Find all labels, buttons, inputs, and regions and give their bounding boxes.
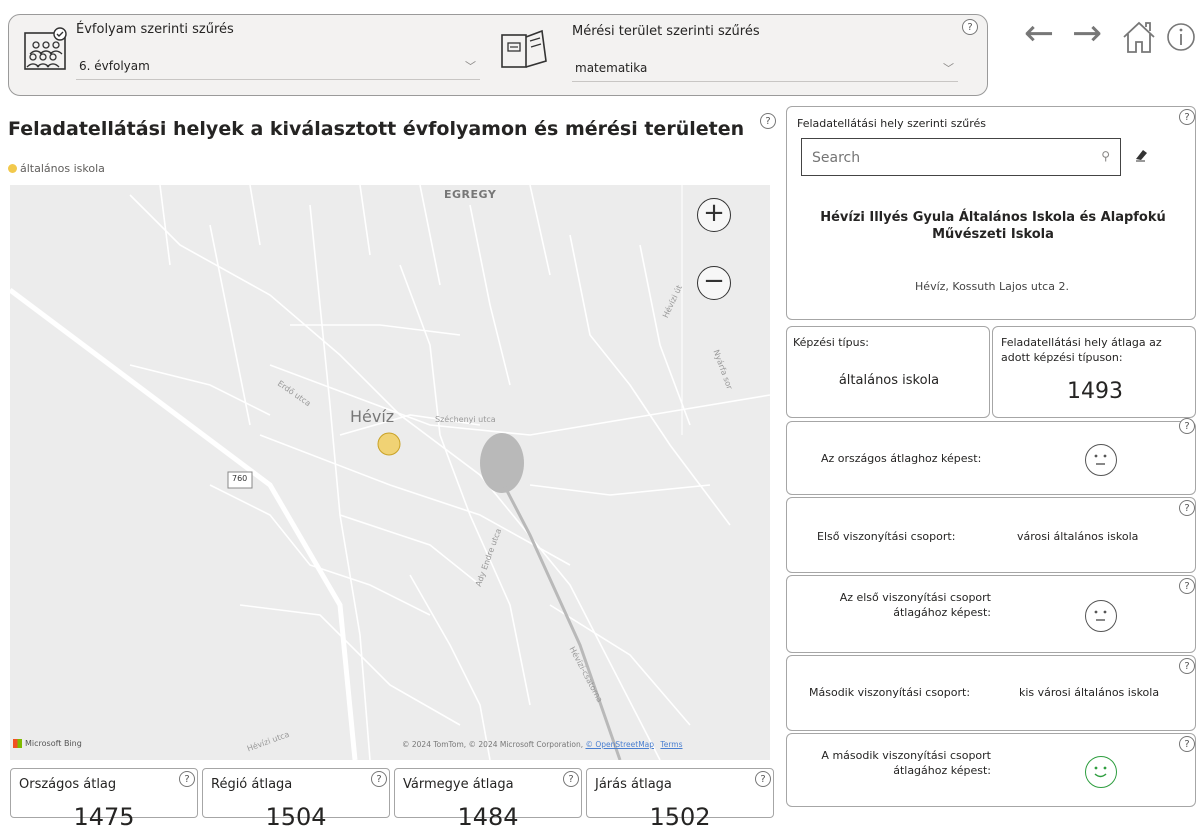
second-group-compare-label: A második viszonyítási csoport átlagához… (821, 749, 991, 777)
stat-card-county: Vármegye átlaga ? 1484 (394, 768, 582, 831)
eraser-icon[interactable] (1133, 147, 1149, 163)
help-icon[interactable]: ? (179, 771, 195, 787)
copyright-text: © 2024 TomTom, © 2024 Microsoft Corporat… (402, 740, 584, 749)
second-group-label: Második viszonyítási csoport: (809, 686, 971, 699)
grade-select-value: 6. évfolyam (79, 58, 150, 73)
help-icon[interactable]: ? (1179, 500, 1195, 516)
map-canvas[interactable]: EGREGY Hévíz Széchenyi utca Erdő utca Ad… (10, 185, 770, 760)
stat-label: Országos átlag (19, 777, 117, 792)
stat-label: Járás átlaga (595, 777, 672, 792)
map-label-egregy: EGREGY (444, 188, 497, 201)
stat-card-region: Régió átlaga ? 1504 (202, 768, 390, 831)
training-type-value: általános iskola (838, 373, 940, 388)
stat-card-national: Országos átlag ? 1475 (10, 768, 198, 831)
help-icon[interactable]: ? (563, 771, 579, 787)
search-input[interactable] (810, 146, 1074, 170)
help-icon[interactable]: ? (371, 771, 387, 787)
forward-arrow-icon[interactable]: → (1072, 14, 1102, 54)
map-title: Feladatellátási helyek a kiválasztott év… (8, 118, 745, 140)
chevron-down-icon: ﹀ (465, 59, 476, 73)
site-average-value: 1493 (1067, 379, 1123, 404)
first-group-card: Első viszonyítási csoport: ? városi álta… (786, 497, 1196, 573)
students-group-icon (24, 27, 68, 71)
first-group-compare-label: Az első viszonyítási csoport átlagához k… (839, 591, 991, 619)
site-average-card: Feladatellátási hely átlaga az adott kép… (992, 326, 1196, 418)
stat-value: 1475 (73, 803, 135, 831)
site-filter-panel: Feladatellátási hely szerinti szűrés ? ⚲… (786, 106, 1196, 320)
first-group-compare-card: Az első viszonyítási csoport átlagához k… (786, 575, 1196, 653)
map-label-heviz: Hévíz (350, 407, 395, 426)
stat-value: 1504 (265, 803, 327, 831)
neutral-face-icon (1085, 600, 1117, 632)
help-icon[interactable]: ? (755, 771, 771, 787)
info-icon[interactable] (1166, 22, 1196, 52)
stat-value: 1484 (457, 803, 519, 831)
map-label-street: Széchenyi utca (435, 415, 496, 424)
second-group-compare-card: A második viszonyítási csoport átlagához… (786, 733, 1196, 807)
help-icon[interactable]: ? (1179, 736, 1195, 752)
stat-label: Régió átlaga (211, 777, 293, 792)
site-average-label: Feladatellátási hely átlaga az adott kép… (1001, 336, 1162, 364)
national-compare-label: Az országos átlaghoz képest: (821, 452, 982, 465)
help-icon[interactable]: ? (1179, 418, 1195, 434)
school-marker[interactable] (377, 432, 401, 456)
search-box[interactable]: ⚲ (801, 138, 1121, 176)
map-legend: általános iskola (8, 162, 105, 175)
grade-filter-label: Évfolyam szerinti szűrés (76, 22, 234, 37)
help-icon[interactable]: ? (1179, 578, 1195, 594)
road-number-label: 760 (232, 474, 248, 483)
grade-select[interactable]: 6. évfolyam ﹀ (76, 52, 480, 80)
help-icon[interactable]: ? (760, 113, 776, 129)
terms-link[interactable]: Terms (660, 740, 682, 749)
notebook-icon (500, 27, 548, 71)
home-icon[interactable] (1120, 18, 1158, 56)
help-icon[interactable]: ? (1179, 109, 1195, 125)
training-type-label: Képzési típus: (793, 336, 870, 349)
stat-card-district: Járás átlaga ? 1502 (586, 768, 774, 831)
help-icon[interactable]: ? (1179, 658, 1195, 674)
bing-logo-label: Microsoft Bing (25, 739, 82, 748)
bing-logo: Microsoft Bing (13, 739, 82, 748)
chevron-down-icon: ﹀ (943, 61, 954, 75)
area-filter-label: Mérési terület szerinti szűrés (572, 24, 760, 39)
back-arrow-icon[interactable]: ← (1024, 14, 1054, 54)
school-name: Hévízi Illyés Gyula Általános Iskola és … (820, 210, 1166, 242)
first-group-label: Első viszonyítási csoport: (817, 530, 956, 543)
zoom-out-button[interactable]: − (697, 266, 731, 300)
first-group-value: városi általános iskola (1017, 530, 1139, 543)
second-group-card: Második viszonyítási csoport: ? kis váro… (786, 655, 1196, 731)
area-select-value: matematika (575, 60, 648, 75)
microsoft-logo-icon (13, 739, 22, 748)
legend-dot (8, 164, 17, 173)
help-icon[interactable]: ? (962, 19, 978, 35)
stat-label: Vármegye átlaga (403, 777, 514, 792)
osm-link[interactable]: © OpenStreetMap (585, 740, 654, 749)
map-attribution: © 2024 TomTom, © 2024 Microsoft Corporat… (402, 740, 683, 749)
national-compare-card: Az országos átlaghoz képest: ? (786, 418, 1196, 495)
area-select[interactable]: matematika ﹀ (572, 54, 958, 82)
neutral-face-icon (1085, 444, 1117, 476)
second-group-value: kis városi általános iskola (1019, 686, 1160, 699)
training-type-card: Képzési típus: általános iskola (786, 326, 990, 418)
stat-value: 1502 (649, 803, 711, 831)
zoom-in-button[interactable]: + (697, 198, 731, 232)
school-address: Hévíz, Kossuth Lajos utca 2. (915, 280, 1069, 293)
search-icon: ⚲ (1101, 149, 1110, 163)
happy-face-icon (1085, 756, 1117, 788)
site-filter-label: Feladatellátási hely szerinti szűrés (797, 117, 987, 130)
legend-label: általános iskola (20, 162, 105, 175)
map-streets (10, 185, 770, 760)
